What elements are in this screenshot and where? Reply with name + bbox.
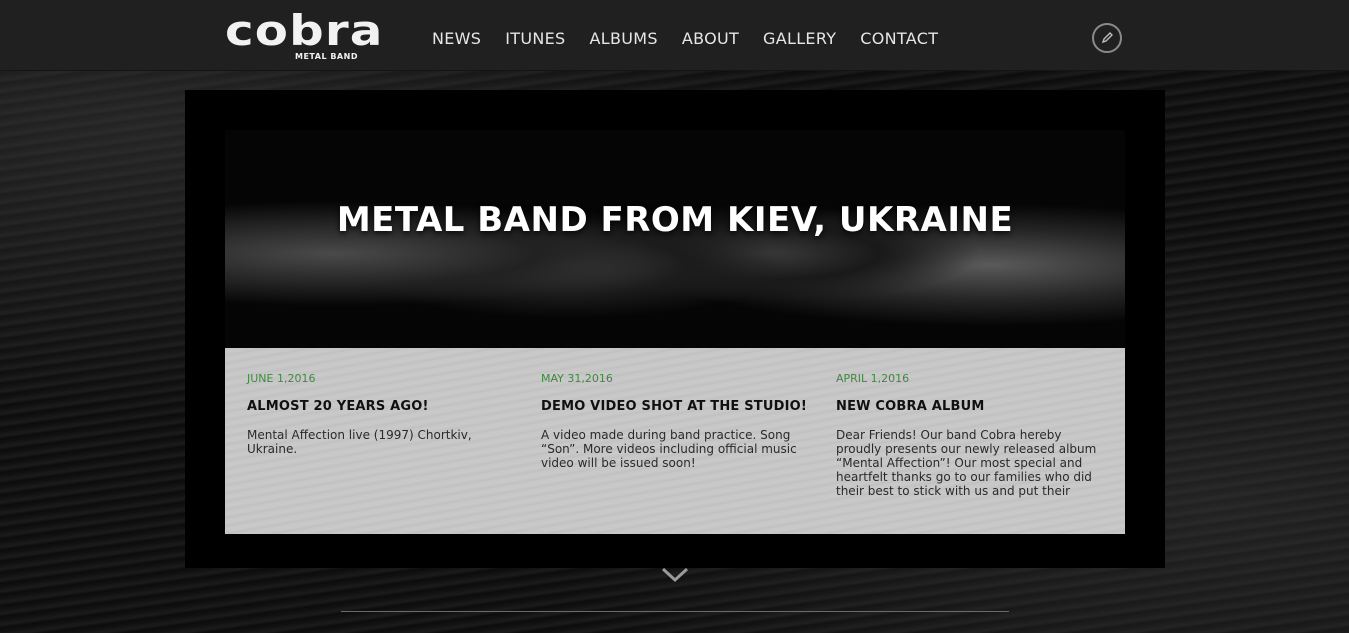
divider	[341, 611, 1009, 612]
nav-item-news[interactable]: NEWS	[432, 29, 481, 49]
logo-text: cobra	[225, 6, 384, 55]
nav-item-albums[interactable]: ALBUMS	[590, 29, 658, 49]
news-date: JUNE 1,2016	[247, 372, 316, 385]
news-item[interactable]: JUNE 1,2016 ALMOST 20 YEARS AGO! Mental …	[247, 372, 515, 456]
news-date: APRIL 1,2016	[836, 372, 910, 385]
nav-item-gallery[interactable]: GALLERY	[763, 29, 836, 49]
chevron-down-icon[interactable]	[660, 565, 690, 583]
news-body: Mental Affection live (1997) Chortkiv, U…	[247, 428, 472, 456]
logo-subtitle: METAL BAND	[295, 52, 358, 61]
nav-item-about[interactable]: ABOUT	[682, 29, 739, 49]
news-title[interactable]: NEW COBRA ALBUM	[836, 399, 1104, 415]
site-header: cobra METAL BAND NEWS ITUNES ALBUMS ABOU…	[0, 0, 1349, 71]
news-panel: JUNE 1,2016 ALMOST 20 YEARS AGO! Mental …	[225, 348, 1125, 534]
band-photo	[225, 130, 1125, 355]
edit-button[interactable]	[1092, 23, 1122, 53]
news-body: Dear Friends! Our band Cobra hereby prou…	[836, 428, 1097, 498]
news-title[interactable]: DEMO VIDEO SHOT AT THE STUDIO!	[541, 399, 809, 415]
news-item[interactable]: APRIL 1,2016 NEW COBRA ALBUM Dear Friend…	[836, 372, 1104, 498]
logo[interactable]: cobra METAL BAND	[225, 8, 395, 66]
news-date: MAY 31,2016	[541, 372, 613, 385]
pencil-icon	[1101, 32, 1113, 44]
nav-item-itunes[interactable]: ITUNES	[505, 29, 565, 49]
news-body: A video made during band practice. Song …	[541, 428, 797, 470]
main-nav: NEWS ITUNES ALBUMS ABOUT GALLERY CONTACT	[432, 29, 962, 49]
news-item[interactable]: MAY 31,2016 DEMO VIDEO SHOT AT THE STUDI…	[541, 372, 809, 470]
hero-title: METAL BAND FROM KIEV, UKRAINE	[336, 200, 1014, 240]
news-title[interactable]: ALMOST 20 YEARS AGO!	[247, 399, 515, 415]
nav-item-contact[interactable]: CONTACT	[860, 29, 938, 49]
